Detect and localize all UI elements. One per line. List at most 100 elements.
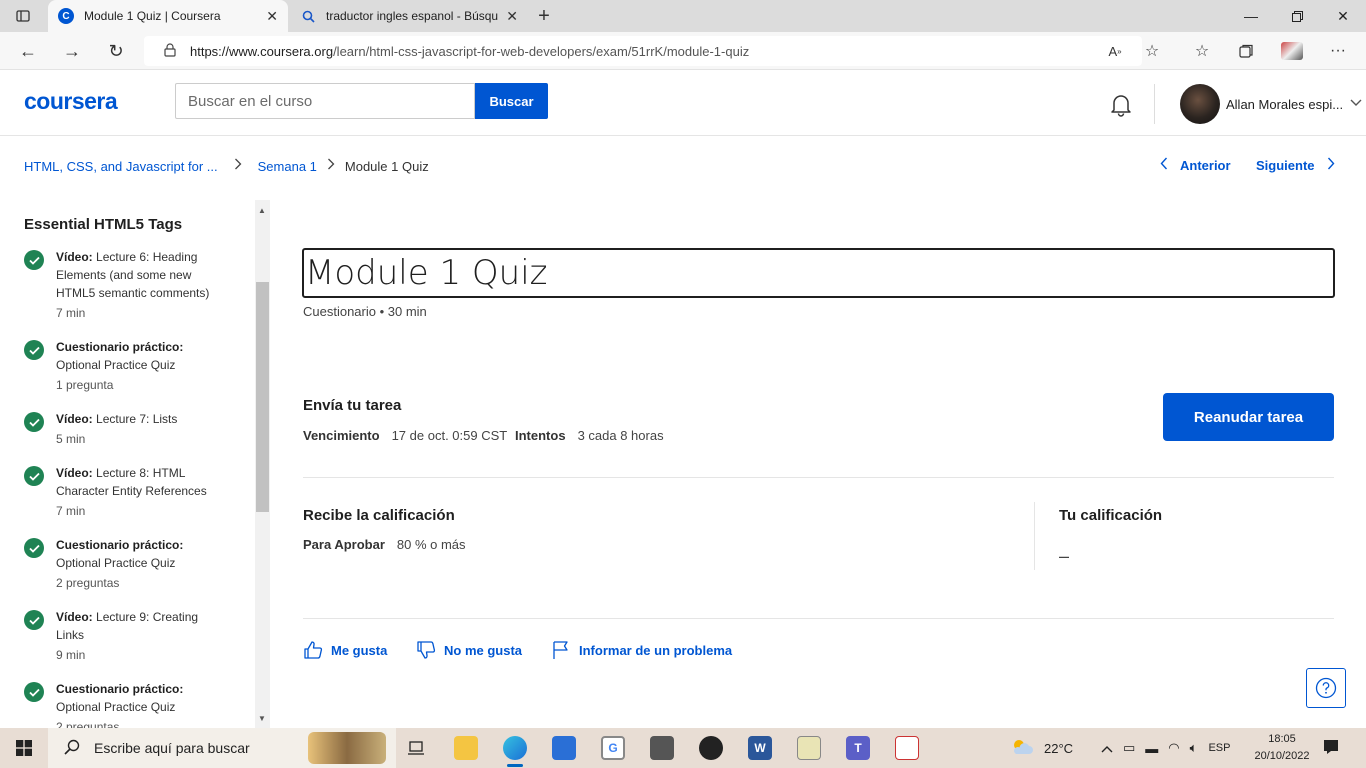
battery-icon[interactable]: ▬ <box>1145 741 1158 756</box>
github-icon[interactable] <box>687 728 735 768</box>
thumbs-up-icon <box>304 641 323 659</box>
sidebar-item-text: Cuestionario práctico: Optional Practice… <box>56 338 226 394</box>
file-explorer-icon[interactable] <box>442 728 490 768</box>
notifications-icon[interactable] <box>1322 738 1342 758</box>
profile-icon[interactable] <box>1277 36 1307 66</box>
chevron-up-icon[interactable] <box>1101 741 1113 756</box>
breadcrumb-week-link[interactable]: Semana 1 <box>258 159 317 174</box>
sidebar-scrollbar-thumb[interactable] <box>256 282 269 512</box>
completed-check-icon <box>24 412 44 432</box>
add-favorite-icon[interactable]: ☆ <box>1137 36 1167 66</box>
minimize-icon[interactable]: — <box>1228 0 1274 32</box>
sidebar-item-title: Optional Practice Quiz <box>56 700 176 714</box>
tab-title: traductor ingles espanol - Búsqu <box>326 9 499 23</box>
bell-icon[interactable] <box>1108 92 1136 120</box>
like-button[interactable]: Me gusta <box>303 640 387 660</box>
submit-section-title: Envía tu tarea <box>303 397 402 414</box>
divider <box>303 477 1334 478</box>
sidebar-item-text: Cuestionario práctico: Optional Practice… <box>56 536 226 592</box>
next-button[interactable]: Siguiente <box>1256 157 1335 173</box>
scroll-down-icon[interactable]: ▼ <box>258 714 266 723</box>
search-icon <box>300 8 316 24</box>
breadcrumb-course-link[interactable]: HTML, CSS, and Javascript for ... <box>24 159 218 174</box>
page-title: Module 1 Quiz <box>302 248 1335 298</box>
chevron-down-icon[interactable] <box>1350 96 1362 110</box>
sidebar-item-text: Vídeo: Lecture 9: Creating Links 9 min <box>56 608 226 664</box>
due-label: Vencimiento <box>303 428 380 443</box>
chevron-right-icon <box>234 157 242 175</box>
dislike-button[interactable]: No me gusta <box>416 640 522 660</box>
volume-icon[interactable]: 🔈︎ <box>1190 740 1198 756</box>
pass-value: 80 % o más <box>396 537 466 552</box>
completed-check-icon <box>24 340 44 360</box>
url-field[interactable]: https://www.coursera.org/learn/html-css-… <box>144 36 1142 66</box>
sidebar-item-type: Cuestionario práctico: <box>56 340 184 354</box>
prev-button[interactable]: Anterior <box>1160 157 1231 173</box>
attempts-value: 3 cada 8 horas <box>577 428 664 443</box>
report-problem-button[interactable]: Informar de un problema <box>551 640 732 660</box>
pass-threshold: Para Aprobar 80 % o más <box>303 537 466 552</box>
scroll-up-icon[interactable]: ▲ <box>258 206 266 215</box>
refresh-icon[interactable]: ↻ <box>101 36 131 66</box>
chrome-icon[interactable]: G <box>589 728 637 768</box>
read-aloud-icon[interactable]: A» <box>1100 36 1130 66</box>
forward-icon[interactable]: → <box>57 36 87 66</box>
flag-icon <box>553 641 568 659</box>
user-name[interactable]: Allan Morales espi... <box>1226 97 1343 112</box>
favorites-icon[interactable]: ☆ <box>1187 36 1217 66</box>
chevron-right-icon <box>1327 157 1335 173</box>
teams-icon[interactable]: T <box>834 728 882 768</box>
task-view-icon[interactable] <box>392 728 440 768</box>
coursera-logo[interactable]: coursera <box>24 88 118 115</box>
partly-cloudy-icon <box>1010 738 1034 759</box>
snipping-tool-icon[interactable] <box>883 728 931 768</box>
search-button[interactable]: Buscar <box>475 83 548 119</box>
clock-date: 20/10/2022 <box>1254 750 1310 762</box>
close-tab-icon[interactable]: ✕ <box>506 8 518 25</box>
sidebar-item-meta: 2 preguntas <box>56 576 120 590</box>
tab-search[interactable]: traductor ingles espanol - Búsqu ✕ <box>290 0 528 32</box>
close-tab-icon[interactable]: ✕ <box>266 8 278 25</box>
help-button[interactable] <box>1306 668 1346 708</box>
tab-coursera[interactable]: C Module 1 Quiz | Coursera ✕ <box>48 0 288 32</box>
windows-start-icon[interactable] <box>0 728 48 768</box>
sidebar-item-type: Vídeo: <box>56 610 93 624</box>
more-menu-icon[interactable]: ··· <box>1323 36 1353 66</box>
address-bar-row: ← → ↻ https://www.coursera.org/learn/htm… <box>0 32 1366 70</box>
like-label: Me gusta <box>331 642 388 658</box>
course-search-input[interactable] <box>175 83 475 119</box>
wifi-icon[interactable]: ◠ <box>1168 740 1179 756</box>
header-divider <box>1154 84 1155 124</box>
collections-icon[interactable] <box>1231 36 1261 66</box>
due-date: Vencimiento 17 de oct. 0:59 CST <box>303 428 507 443</box>
pass-label: Para Aprobar <box>303 537 385 552</box>
breadcrumb-current: Module 1 Quiz <box>344 158 429 174</box>
camera-icon[interactable]: ▭ <box>1123 740 1135 756</box>
tab-actions-icon[interactable] <box>8 1 38 31</box>
notes-icon[interactable] <box>785 728 833 768</box>
sidebar-item-title: Lecture 7: Lists <box>96 412 178 426</box>
language-indicator[interactable]: ESP <box>1208 742 1230 754</box>
word-icon[interactable]: W <box>736 728 784 768</box>
weather-widget[interactable]: 22°C <box>1010 728 1073 768</box>
sidebar-item-text: Vídeo: Lecture 7: Lists 5 min <box>56 410 226 448</box>
page-subtitle: Cuestionario • 30 min <box>303 304 427 319</box>
resume-assignment-button[interactable]: Reanudar tarea <box>1163 393 1334 441</box>
restore-icon[interactable] <box>1274 0 1320 32</box>
taskbar-search-box[interactable]: Escribe aquí para buscar <box>48 728 396 768</box>
completed-check-icon <box>24 682 44 702</box>
app-icon[interactable] <box>638 728 686 768</box>
back-icon[interactable]: ← <box>13 36 43 66</box>
sidebar-item-meta: 7 min <box>56 504 86 518</box>
edge-icon[interactable] <box>491 728 539 768</box>
new-tab-icon[interactable]: + <box>529 1 559 31</box>
system-tray: ▭ ▬ ◠ 🔈︎ ESP <box>1096 728 1235 768</box>
dislike-label: No me gusta <box>444 642 523 658</box>
report-label: Informar de un problema <box>579 642 733 658</box>
clock[interactable]: 18:05 20/10/2022 <box>1250 731 1314 765</box>
sidebar-section-title: Essential HTML5 Tags <box>24 216 183 233</box>
close-window-icon[interactable]: ✕ <box>1320 0 1366 32</box>
store-icon[interactable] <box>540 728 588 768</box>
avatar[interactable] <box>1180 84 1220 124</box>
windows-taskbar: Escribe aquí para buscar G W T 22°C ▭ ▬ … <box>0 728 1366 768</box>
